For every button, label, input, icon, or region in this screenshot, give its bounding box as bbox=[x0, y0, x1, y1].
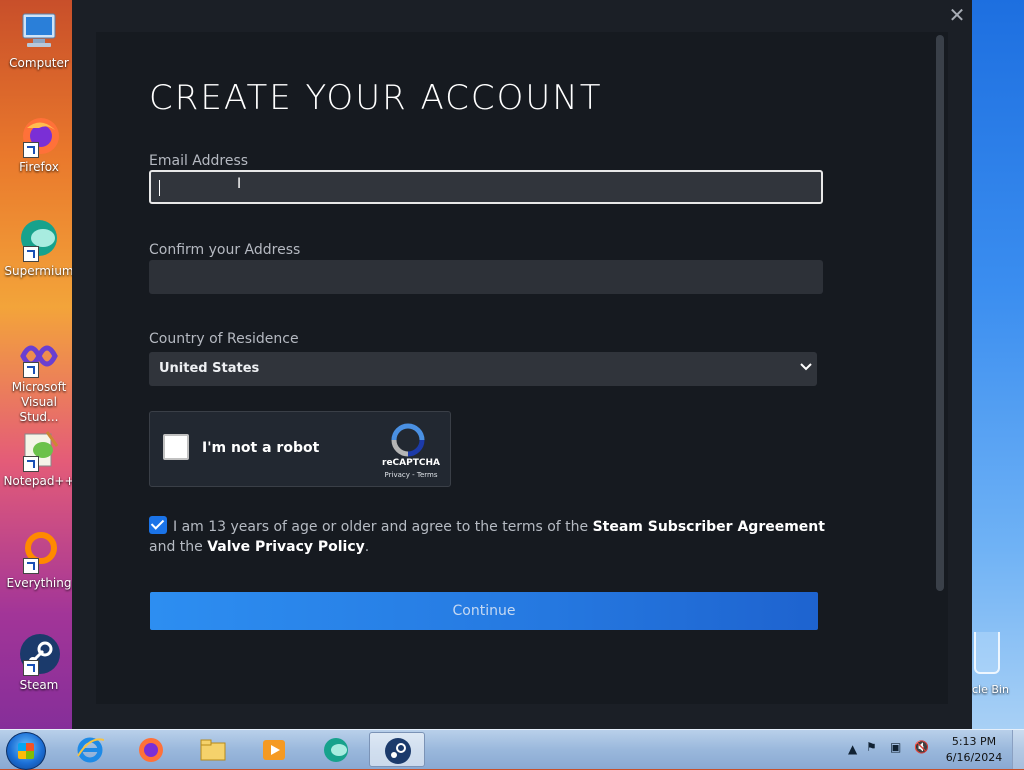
shortcut-arrow-icon bbox=[23, 142, 39, 158]
desktop-background-right: cle Bin bbox=[972, 0, 1024, 729]
confirm-email-label: Confirm your Address bbox=[149, 242, 301, 258]
clock-date: 6/16/2024 bbox=[945, 751, 1003, 764]
desktop-icon-visual-studio[interactable]: Microsoft Visual Stud... bbox=[0, 334, 78, 425]
taskbar-media-player[interactable] bbox=[246, 732, 302, 767]
desktop-icon-steam[interactable]: Steam bbox=[0, 632, 78, 693]
taskbar-firefox[interactable] bbox=[123, 732, 179, 767]
text-caret bbox=[159, 180, 160, 196]
agreement-text: I am 13 years of age or older and agree … bbox=[149, 516, 829, 557]
taskbar: ▲ ⚑ ▣ 🔇 5:13 PM 6/16/2024 bbox=[0, 729, 1024, 770]
start-button[interactable] bbox=[6, 732, 46, 770]
recaptcha-logo-icon bbox=[390, 422, 426, 458]
show-desktop-button[interactable] bbox=[1012, 730, 1024, 769]
computer-icon bbox=[17, 10, 61, 54]
country-value: United States bbox=[159, 361, 260, 376]
clock-time: 5:13 PM bbox=[951, 735, 997, 748]
taskbar-file-explorer[interactable] bbox=[185, 732, 241, 767]
email-field[interactable] bbox=[149, 170, 823, 204]
create-account-dialog: ✕ CREATE YOUR ACCOUNT Email Address I Co… bbox=[72, 0, 972, 729]
file-explorer-icon bbox=[199, 736, 227, 764]
taskbar-internet-explorer[interactable] bbox=[62, 732, 118, 767]
ibeam-cursor-icon: I bbox=[237, 176, 242, 192]
shortcut-arrow-icon bbox=[23, 362, 39, 378]
supermium-icon bbox=[322, 736, 350, 764]
country-label: Country of Residence bbox=[149, 331, 299, 347]
desktop-icon-notepadpp[interactable]: Notepad++ bbox=[0, 428, 78, 489]
firefox-icon bbox=[137, 736, 165, 764]
volume-muted-icon[interactable]: 🔇 bbox=[914, 740, 929, 754]
subscriber-agreement-link[interactable]: Steam Subscriber Agreement bbox=[593, 519, 825, 535]
desktop-icon-firefox[interactable]: Firefox bbox=[0, 114, 78, 175]
agreement-checkbox[interactable] bbox=[149, 516, 167, 534]
visual-studio-icon bbox=[17, 334, 61, 378]
action-center-flag-icon[interactable]: ⚑ bbox=[866, 740, 877, 754]
chevron-down-icon bbox=[799, 360, 813, 374]
close-icon[interactable]: ✕ bbox=[946, 4, 968, 26]
network-icon[interactable]: ▣ bbox=[890, 740, 901, 754]
email-label: Email Address bbox=[149, 153, 249, 169]
recaptcha-links[interactable]: Privacy - Terms bbox=[375, 471, 447, 479]
shortcut-arrow-icon bbox=[23, 660, 39, 676]
media-player-icon bbox=[260, 736, 288, 764]
taskbar-steam[interactable] bbox=[369, 732, 425, 767]
page-title: CREATE YOUR ACCOUNT bbox=[149, 78, 603, 118]
supermium-icon bbox=[17, 218, 61, 262]
continue-button[interactable]: Continue bbox=[150, 592, 818, 630]
recaptcha-text: I'm not a robot bbox=[202, 440, 320, 456]
recycle-bin-icon[interactable] bbox=[974, 632, 1000, 674]
clock[interactable]: 5:13 PM 6/16/2024 bbox=[942, 734, 1006, 766]
firefox-icon bbox=[17, 114, 61, 158]
country-select[interactable]: United States bbox=[149, 352, 817, 386]
scrollbar[interactable] bbox=[936, 35, 944, 591]
desktop-icon-computer[interactable]: Computer bbox=[0, 10, 78, 71]
desktop-icon-supermium[interactable]: Supermium bbox=[0, 218, 78, 279]
privacy-policy-link[interactable]: Valve Privacy Policy bbox=[207, 539, 365, 555]
show-hidden-icons-icon[interactable]: ▲ bbox=[848, 742, 857, 756]
internet-explorer-icon bbox=[76, 736, 105, 764]
shortcut-arrow-icon bbox=[23, 246, 39, 262]
recaptcha-widget: I'm not a robot reCAPTCHA Privacy - Term… bbox=[149, 411, 451, 487]
shortcut-arrow-icon bbox=[23, 456, 39, 472]
steam-icon bbox=[17, 632, 61, 676]
desktop-icons: Computer Firefox Supermium Microsoft Vis… bbox=[0, 0, 75, 729]
recaptcha-brand: reCAPTCHA bbox=[382, 458, 440, 468]
desktop-icon-everything[interactable]: Everything bbox=[0, 530, 78, 591]
taskbar-supermium[interactable] bbox=[308, 732, 364, 767]
confirm-email-field[interactable] bbox=[149, 260, 823, 294]
notepadpp-icon bbox=[17, 428, 61, 472]
shortcut-arrow-icon bbox=[23, 558, 39, 574]
recycle-bin-label: cle Bin bbox=[972, 683, 1009, 696]
steam-icon bbox=[384, 737, 412, 765]
recaptcha-checkbox[interactable] bbox=[163, 434, 189, 460]
everything-icon bbox=[17, 530, 61, 574]
